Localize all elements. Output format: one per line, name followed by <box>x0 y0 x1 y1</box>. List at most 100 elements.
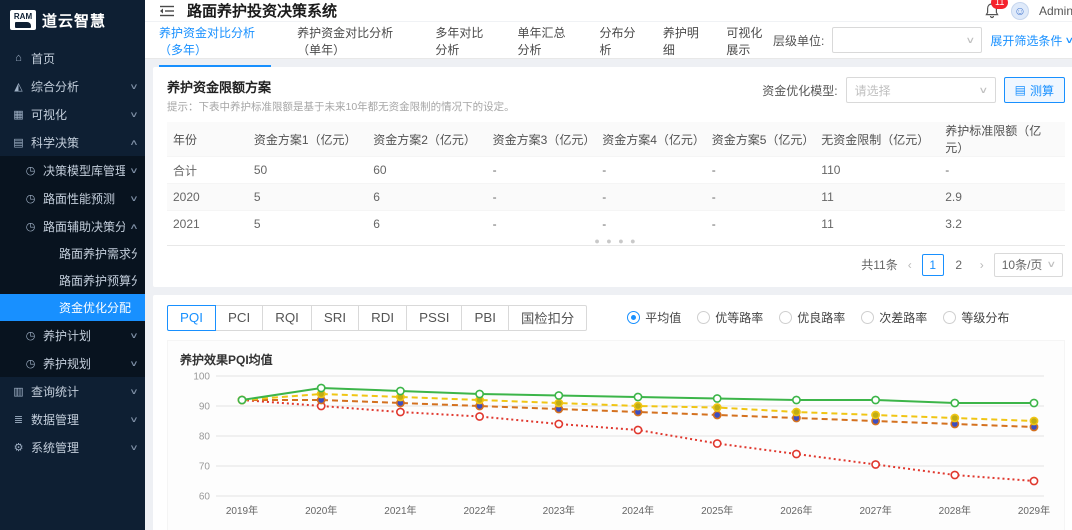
chevron-down-icon: ∨ <box>129 110 138 119</box>
table-cell: - <box>596 211 706 238</box>
logo-text: 道云智慧 <box>42 10 106 31</box>
sidebar-item-label: 路面辅助决策分析 <box>43 218 125 235</box>
scheme-heading: 养护资金限额方案 提示：下表中养护标准限额是基于未来10年都无资金限制的情况下的… <box>167 77 515 114</box>
pqi-line-chart: 100908070602019年2020年2021年2022年2023年2024… <box>180 368 1052 526</box>
table-column-header: 资金方案4（亿元） <box>596 122 706 157</box>
y-axis-tick: 90 <box>199 401 211 412</box>
unit-filter-select[interactable]: ∨ <box>832 27 982 53</box>
radio-优良路率[interactable]: 优良路率 <box>779 309 845 326</box>
sidebar-item-label: 首页 <box>31 50 137 67</box>
series-marker-无资金投入 <box>1030 477 1037 484</box>
clock-icon: ◷ <box>24 220 37 233</box>
table-column-header: 资金方案3（亿元） <box>487 122 597 157</box>
metric-button-PSSI[interactable]: PSSI <box>407 305 462 331</box>
table-cell: - <box>706 157 816 184</box>
radio-label: 优良路率 <box>797 309 845 326</box>
tab-可视化展示[interactable]: 可视化展示 <box>726 14 773 67</box>
pagination-total: 共11条 <box>861 256 897 273</box>
tab-多年对比分析[interactable]: 多年对比分析 <box>435 14 491 67</box>
tab-养护明细[interactable]: 养护明细 <box>663 14 700 67</box>
sidebar-item-决策模型库管理[interactable]: ◷决策模型库管理∨ <box>0 156 145 184</box>
sidebar-item-label: 科学决策 <box>31 134 125 151</box>
page-number-2[interactable]: 2 <box>948 254 970 276</box>
sidebar-item-养护规划[interactable]: ◷养护规划∨ <box>0 349 145 377</box>
model-select[interactable]: 请选择 ∨ <box>846 77 996 103</box>
metric-button-PQI[interactable]: PQI <box>167 305 216 331</box>
x-axis-tick: 2019年 <box>226 504 258 517</box>
series-marker-无资金限制（110亿） <box>318 384 325 391</box>
metric-button-RDI[interactable]: RDI <box>359 305 407 331</box>
series-marker-无资金限制（110亿） <box>714 394 721 401</box>
unit-filter-label: 层级单位: <box>773 32 824 49</box>
metric-button-SRI[interactable]: SRI <box>312 305 359 331</box>
sidebar-item-路面性能预测[interactable]: ◷路面性能预测∨ <box>0 184 145 212</box>
chevron-down-icon: ∨ <box>129 359 138 368</box>
sidebar-menu: ⌂ 首页 ◭综合分析∨▦可视化∨▤科学决策∧◷决策模型库管理∨ ◷ 路面性能预测 ∨ ◷ 路面… <box>0 40 145 530</box>
sidebar-item-资金优化分配[interactable]: 资金优化分配 <box>0 294 145 321</box>
next-page-icon[interactable]: › <box>978 258 986 272</box>
table-cell: - <box>596 184 706 211</box>
clock-icon: ◷ <box>24 329 37 342</box>
sidebar-item-查询统计[interactable]: ▥查询统计∨ <box>0 377 145 405</box>
series-marker-无资金限制（110亿） <box>397 387 404 394</box>
x-axis-tick: 2022年 <box>463 504 495 517</box>
page-size-select[interactable]: 10条/页 ∨ <box>994 253 1063 277</box>
sidebar-item-路面养护需求分析[interactable]: 路面养护需求分析 <box>0 240 145 267</box>
radio-等级分布[interactable]: 等级分布 <box>943 309 1009 326</box>
series-marker-无资金限制（110亿） <box>1030 399 1037 406</box>
radio-label: 次差路率 <box>879 309 927 326</box>
metric-button-PCI[interactable]: PCI <box>216 305 263 331</box>
user-name[interactable]: Admin <box>1039 4 1072 18</box>
visualization-icon: ▦ <box>12 108 25 121</box>
sidebar-item-路面养护预算分析[interactable]: 路面养护预算分析 <box>0 267 145 294</box>
table-cell: 110 <box>815 157 939 184</box>
sidebar-item-科学决策[interactable]: ▤科学决策∧ <box>0 128 145 156</box>
sidebar-item-数据管理[interactable]: ≣数据管理∨ <box>0 405 145 433</box>
chevron-down-icon: ∨ <box>978 85 988 96</box>
sidebar-item-label: 系统管理 <box>31 439 125 456</box>
sidebar-item-系统管理[interactable]: ⚙系统管理∨ <box>0 433 145 461</box>
sidebar-item-可视化[interactable]: ▦可视化∨ <box>0 100 145 128</box>
x-axis-tick: 2027年 <box>859 504 891 517</box>
radio-dot-icon <box>861 311 874 324</box>
table-cell: - <box>596 157 706 184</box>
analysis-icon: ◭ <box>12 80 25 93</box>
series-marker-资金方案2（60亿） <box>714 403 721 410</box>
metric-button-PBI[interactable]: PBI <box>462 305 508 331</box>
radio-次差路率[interactable]: 次差路率 <box>861 309 927 326</box>
pagination: 共11条 ‹ 12 › 10条/页 ∨ <box>167 245 1065 281</box>
series-marker-无资金投入 <box>555 420 562 427</box>
prev-page-icon[interactable]: ‹ <box>906 258 914 272</box>
sidebar-item-养护计划[interactable]: ◷养护计划∨ <box>0 321 145 349</box>
sidebar-item-label: 路面性能预测 <box>43 190 125 207</box>
notification-badge: 11 <box>991 0 1008 9</box>
table-cell: - <box>487 184 597 211</box>
metric-button-RQI[interactable]: RQI <box>263 305 312 331</box>
series-marker-资金方案1（50亿） <box>714 411 721 418</box>
tab-养护资金对比分析（单年）[interactable]: 养护资金对比分析（单年） <box>297 14 409 67</box>
sidebar-item-综合分析[interactable]: ◭综合分析∨ <box>0 72 145 100</box>
tab-单年汇总分析[interactable]: 单年汇总分析 <box>517 14 573 67</box>
clock-icon: ◷ <box>24 192 37 205</box>
calculate-button[interactable]: ▤ 测算 <box>1004 77 1065 103</box>
radio-dot-icon <box>779 311 792 324</box>
tab-分布分析[interactable]: 分布分析 <box>600 14 637 67</box>
radio-优等路率[interactable]: 优等路率 <box>697 309 763 326</box>
tab-养护资金对比分析（多年）[interactable]: 养护资金对比分析（多年） <box>159 14 271 67</box>
page-number-1[interactable]: 1 <box>922 254 944 276</box>
radio-dot-icon <box>943 311 956 324</box>
app-logo[interactable]: RAM 道云智慧 <box>0 0 145 40</box>
radio-平均值[interactable]: 平均值 <box>627 309 681 326</box>
chevron-down-icon: ∨ <box>129 166 138 175</box>
home-icon: ⌂ <box>12 52 25 64</box>
expand-filters-link[interactable]: 展开筛选条件 ∨ <box>990 32 1072 49</box>
table-cell: 11 <box>815 184 939 211</box>
series-marker-资金方案2（60亿） <box>555 399 562 406</box>
metric-button-国检扣分[interactable]: 国检扣分 <box>509 305 587 331</box>
chart-title: 养护效果PQI均值 <box>180 351 1052 368</box>
sidebar-item-首页[interactable]: ⌂ 首页 <box>0 44 145 72</box>
user-avatar[interactable]: ☺ <box>1011 2 1029 20</box>
notification-bell-icon[interactable]: 11 <box>983 2 1001 20</box>
sidebar-item-路面辅助决策分析[interactable]: ◷路面辅助决策分析∧ <box>0 212 145 240</box>
table-cell: 6 <box>367 211 486 238</box>
